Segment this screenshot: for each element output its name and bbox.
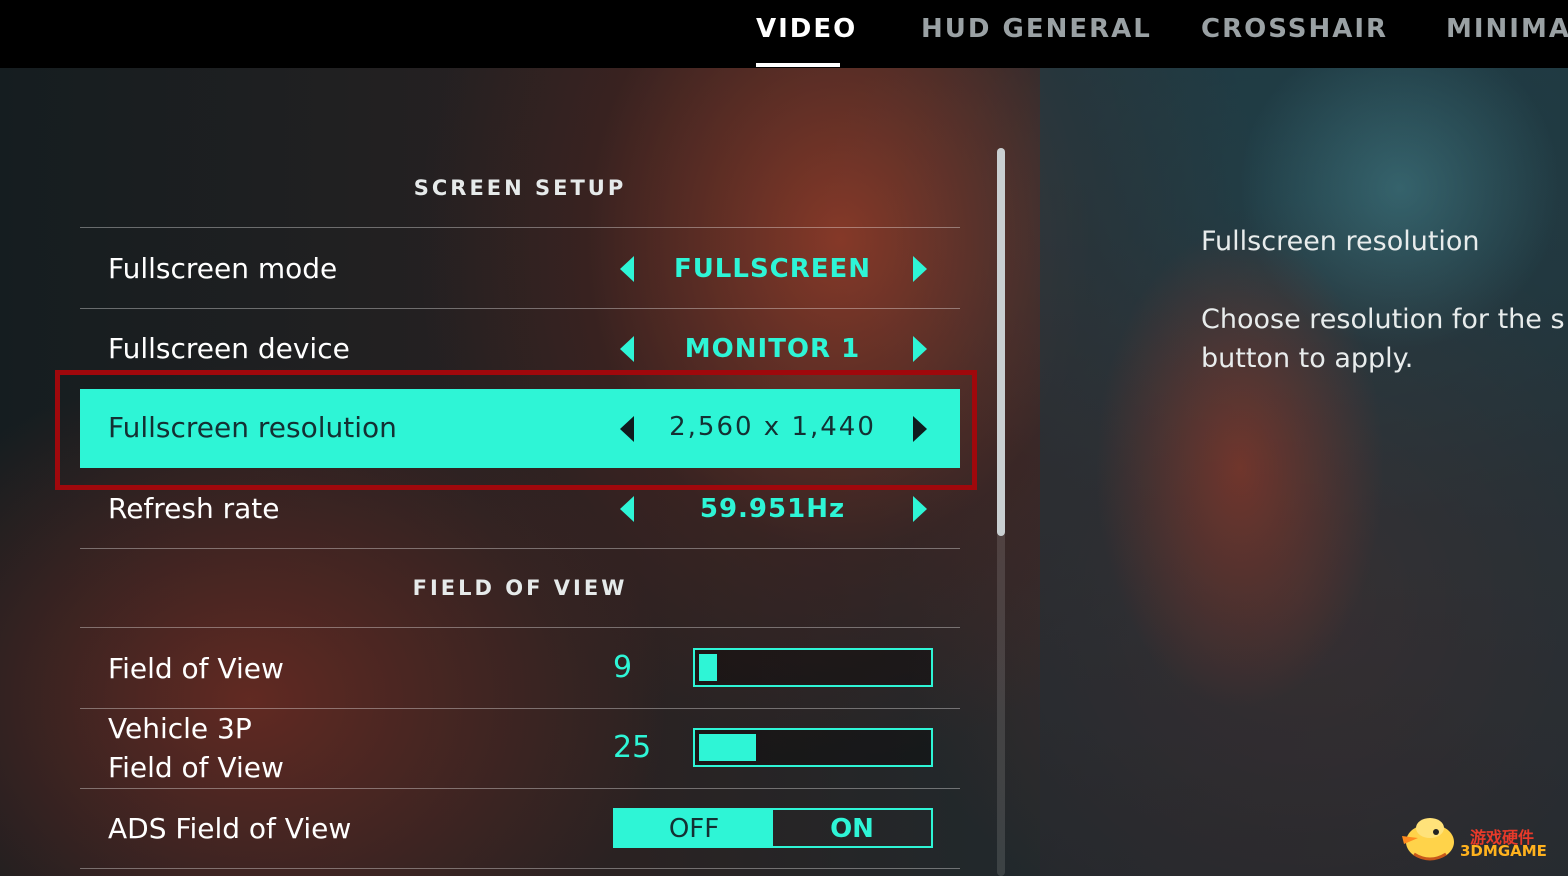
divider bbox=[80, 868, 960, 869]
description-title: Fullscreen resolution bbox=[1201, 226, 1480, 257]
scrollbar-thumb[interactable] bbox=[997, 148, 1005, 536]
fullscreen-device-value: MONITOR 1 bbox=[684, 334, 861, 364]
tab-hud-general[interactable]: HUD GENERAL bbox=[921, 14, 1152, 44]
refresh-rate-prev-arrow-icon[interactable] bbox=[620, 496, 634, 522]
divider bbox=[80, 788, 960, 789]
vehicle-fov-slider-fill bbox=[699, 734, 756, 761]
divider bbox=[80, 708, 960, 709]
vehicle-fov-label-line1: Vehicle 3P bbox=[108, 712, 252, 745]
settings-screen: VIDEO HUD GENERAL CROSSHAIR MINIMAP Full… bbox=[0, 0, 1568, 876]
divider bbox=[80, 227, 960, 228]
fullscreen-mode-value: FULLSCREEN bbox=[673, 254, 872, 284]
field-of-view-slider[interactable] bbox=[693, 648, 933, 687]
fullscreen-mode-label: Fullscreen mode bbox=[108, 252, 338, 285]
ads-fov-label: ADS Field of View bbox=[108, 812, 352, 845]
fullscreen-mode-next-arrow-icon[interactable] bbox=[913, 256, 927, 282]
refresh-rate-next-arrow-icon[interactable] bbox=[913, 496, 927, 522]
description-panel-bg bbox=[1040, 68, 1568, 876]
refresh-rate-label: Refresh rate bbox=[108, 492, 280, 525]
top-tab-bar: VIDEO HUD GENERAL CROSSHAIR MINIMAP bbox=[0, 0, 1568, 68]
ads-fov-off-option[interactable]: OFF bbox=[615, 810, 773, 846]
description-body-line2: button to apply. bbox=[1201, 343, 1414, 374]
section-heading-screen-setup: SCREEN SETUP bbox=[413, 176, 627, 200]
watermark-logo: 游戏硬件 3DMGAME bbox=[1400, 810, 1560, 866]
divider bbox=[80, 308, 960, 309]
field-of-view-slider-fill bbox=[699, 654, 717, 681]
description-body-line1: Choose resolution for the s bbox=[1201, 304, 1565, 335]
fullscreen-mode-prev-arrow-icon[interactable] bbox=[620, 256, 634, 282]
vehicle-fov-label-line2: Field of View bbox=[108, 751, 284, 784]
ads-fov-toggle[interactable]: OFF ON bbox=[613, 808, 933, 848]
watermark-en-text: 3DMGAME bbox=[1460, 842, 1547, 860]
ads-fov-on-option[interactable]: ON bbox=[773, 810, 931, 846]
divider bbox=[80, 548, 960, 549]
active-tab-indicator bbox=[756, 63, 840, 67]
field-of-view-value: 9 bbox=[613, 650, 633, 685]
fullscreen-device-prev-arrow-icon[interactable] bbox=[620, 336, 634, 362]
vehicle-fov-slider[interactable] bbox=[693, 728, 933, 767]
description-body: Choose resolution for the s button to ap… bbox=[1201, 300, 1568, 378]
refresh-rate-value: 59.951Hz bbox=[699, 494, 846, 524]
vehicle-fov-value: 25 bbox=[613, 730, 652, 765]
fullscreen-device-next-arrow-icon[interactable] bbox=[913, 336, 927, 362]
tab-crosshair[interactable]: CROSSHAIR bbox=[1201, 14, 1388, 44]
duck-mascot-icon bbox=[1402, 818, 1454, 861]
annotation-highlight-box bbox=[55, 370, 977, 490]
tab-minimap[interactable]: MINIMAP bbox=[1446, 14, 1568, 44]
field-of-view-label: Field of View bbox=[108, 652, 284, 685]
fullscreen-device-label: Fullscreen device bbox=[108, 332, 350, 365]
section-heading-field-of-view: FIELD OF VIEW bbox=[412, 576, 628, 600]
tab-video[interactable]: VIDEO bbox=[756, 14, 857, 44]
divider bbox=[80, 627, 960, 628]
